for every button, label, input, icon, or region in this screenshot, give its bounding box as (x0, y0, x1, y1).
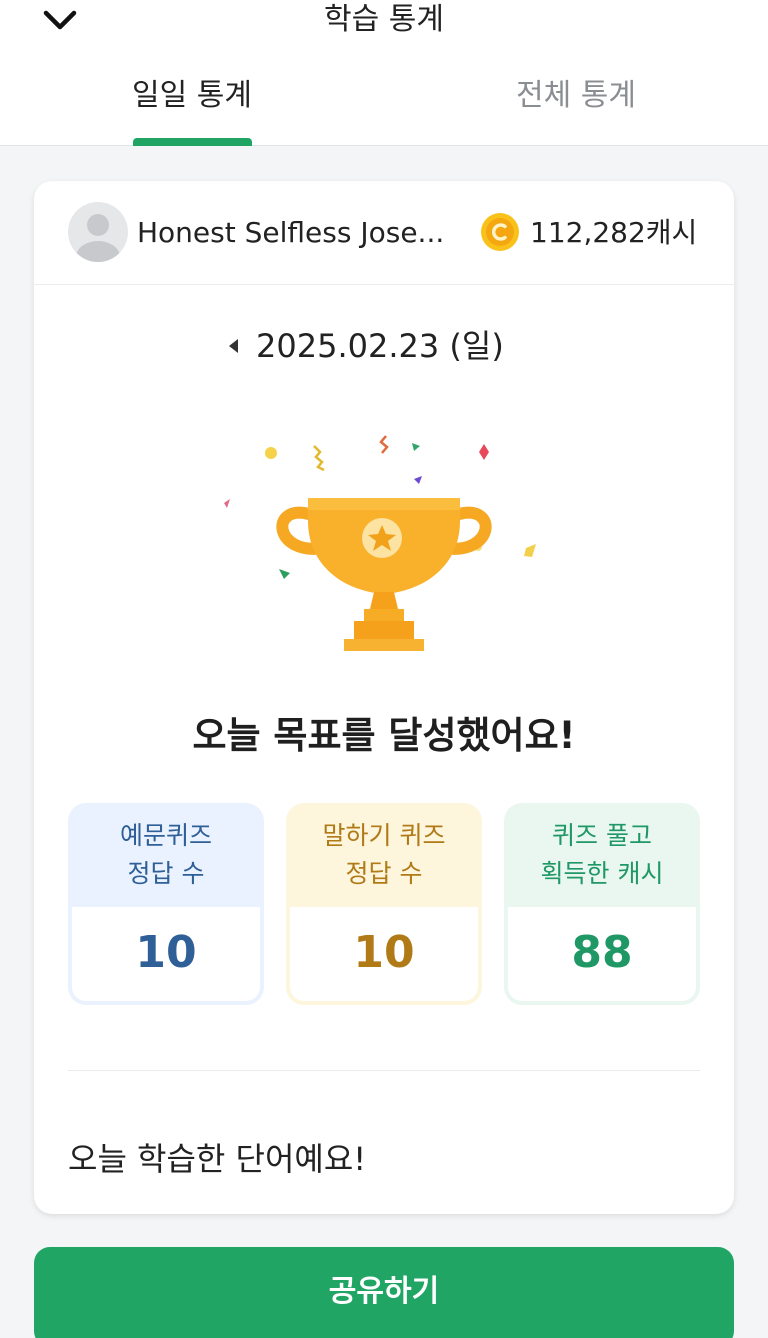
stat-earned-cash: 퀴즈 풀고 획득한 캐시 88 (504, 803, 700, 1005)
cash-amount: 112,282캐시 (530, 216, 698, 249)
learned-words-title: 오늘 학습한 단어예요! (68, 1140, 367, 1178)
prev-day-button[interactable] (218, 331, 248, 361)
avatar (68, 202, 128, 262)
stat-label-line1: 말하기 퀴즈 (322, 821, 446, 850)
date-row: 2025.02.23 (일) (34, 321, 734, 373)
coin-icon (481, 213, 519, 251)
stat-label: 말하기 퀴즈 정답 수 (286, 803, 482, 907)
stat-value: 10 (72, 907, 260, 1001)
stat-value: 88 (508, 907, 696, 1001)
page-title: 학습 통계 (324, 2, 444, 37)
divider (68, 1070, 700, 1071)
default-avatar-icon (76, 214, 120, 262)
stat-label: 퀴즈 풀고 획득한 캐시 (504, 803, 700, 907)
stat-label-line2: 정답 수 (345, 859, 423, 888)
goal-achieved-message: 오늘 목표를 달성했어요! (192, 714, 576, 757)
stat-label-line2: 획득한 캐시 (540, 859, 664, 888)
tab-total-stats[interactable]: 전체 통계 (500, 74, 652, 146)
user-name: Honest Selfless Jose... (137, 216, 445, 249)
stat-label: 예문퀴즈 정답 수 (68, 803, 264, 907)
daily-stats-card: Honest Selfless Jose... 112,282캐시 2025.0… (34, 181, 734, 1214)
stat-value: 10 (290, 907, 478, 1001)
stat-label-line1: 예문퀴즈 (119, 821, 212, 850)
stat-sentence-quiz: 예문퀴즈 정답 수 10 (68, 803, 264, 1005)
header: 학습 통계 일일 통계 전체 통계 (0, 0, 768, 146)
user-info-row: Honest Selfless Jose... 112,282캐시 (34, 181, 734, 285)
caret-left-icon (229, 339, 238, 353)
trophy-icon (224, 435, 536, 651)
active-tab-indicator (133, 138, 252, 146)
tab-daily-stats[interactable]: 일일 통계 (120, 74, 264, 146)
stat-label-line2: 정답 수 (127, 859, 205, 888)
share-button[interactable]: 공유하기 (34, 1247, 734, 1338)
date-text: 2025.02.23 (일) (256, 327, 504, 365)
stat-speaking-quiz: 말하기 퀴즈 정답 수 10 (286, 803, 482, 1005)
stat-label-line1: 퀴즈 풀고 (552, 821, 652, 850)
